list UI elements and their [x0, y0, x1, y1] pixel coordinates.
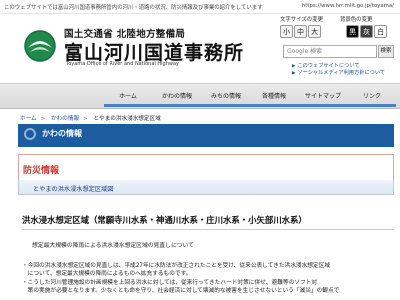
social-media-policy-link[interactable]: ソーシャルメディア利用方針について	[292, 69, 385, 76]
disaster-info-title: 防災情報	[23, 166, 60, 176]
section-banner: かわの情報	[18, 124, 394, 147]
search-button[interactable]: 検索	[378, 45, 394, 58]
disaster-info-box: 防災情報	[18, 154, 394, 181]
mlit-emblem-icon	[24, 30, 56, 62]
top-info-bar: このウェブサイトでは富山河川国道事務所管内の河川・道路の状況、防災情報及び事業の…	[0, 0, 400, 14]
subsection-title: とやまの洪水浸水想定区域図	[33, 186, 114, 193]
bg-color-label: 背景色の変更	[340, 17, 373, 23]
breadcrumb-current: とやまの洪水浸水想定区域	[93, 116, 161, 122]
font-size-medium-button[interactable]: 中	[294, 25, 307, 38]
paragraph-line: ・今回の洪水浸水想定区域の見直しは、平成27年に水防法が改正されたことを受け、従…	[22, 263, 331, 269]
utility-panel: 文字サイズの変更 背景色の変更 小 中 大 黒 灰 白 Google 検索 検索…	[276, 15, 400, 76]
font-size-label: 文字サイズの変更	[280, 17, 323, 23]
site-logo[interactable]: 国土交通省 北陸地方整備局 富山河川国道事務所 Toyama Office of…	[22, 24, 243, 72]
section-ring-icon	[24, 128, 36, 140]
font-size-large-button[interactable]: 大	[308, 25, 321, 38]
nav-sitemap[interactable]: サイトマップ	[298, 87, 348, 107]
page-heading: 洪水浸水想定区域（常願寺川水系・神通川水系・庄川水系・小矢部川水系）	[22, 215, 307, 225]
notice-label: 想定最大規模の降雨による洪水浸水想定区域の見直しについて	[30, 238, 250, 250]
breadcrumb: ホーム > かわの情報 > とやまの洪水浸水想定区域	[20, 114, 165, 122]
breadcrumb-river-info[interactable]: かわの情報	[51, 116, 79, 122]
bg-black-button[interactable]: 黒	[346, 25, 359, 38]
nav-river-info[interactable]: かわの情報	[152, 87, 202, 107]
site-tagline: このウェブサイトでは富山河川国道事務所管内の河川・道路の状況、防災情報及び事業の…	[4, 5, 263, 11]
office-name-en: Toyama Office of River and National High…	[66, 61, 179, 67]
search-input[interactable]: Google 検索	[283, 45, 377, 58]
bg-gray-button[interactable]: 灰	[360, 25, 373, 38]
paragraph-line: 策の実施が必要となります。少なくとも命を守り、社会経済に対して壊滅的な被害を生じ…	[22, 288, 340, 295]
paragraph-line: について、想定最大規模の降雨によるものへ拡充するものです。	[22, 271, 192, 278]
about-site-link[interactable]: このウェブサイトについて	[292, 62, 359, 69]
body-text: ・今回の洪水浸水想定区域の見直しは、平成27年に水防法が改正されたことを受け、従…	[22, 262, 394, 296]
paragraph-line: ・こうした河川管理施設の計画規模を上回る洪水に対しては、従来行ってきたハード対策…	[22, 279, 318, 286]
subsection-banner: とやまの洪水浸水想定区域図	[18, 180, 394, 195]
section-title: かわの情報	[42, 129, 82, 138]
breadcrumb-separator: >	[40, 116, 46, 122]
nav-home[interactable]: ホーム	[104, 87, 152, 107]
heading-divider	[22, 229, 394, 230]
nav-links[interactable]: リンク	[348, 87, 396, 107]
site-url[interactable]: https://www.hrr.mlit.go.jp/toyama/	[302, 3, 394, 9]
breadcrumb-separator: >	[83, 116, 88, 122]
font-size-small-button[interactable]: 小	[280, 25, 293, 38]
nav-various-info[interactable]: 各種情報	[250, 87, 298, 107]
global-nav: ホーム かわの情報 みちの情報 各種情報 サイトマップ リンク	[0, 83, 400, 109]
breadcrumb-home[interactable]: ホーム	[20, 116, 37, 122]
nav-road-info[interactable]: みちの情報	[202, 87, 250, 107]
bg-white-button[interactable]: 白	[374, 25, 387, 38]
notice-text: 想定最大規模の降雨による洪水浸水想定区域の見直しについて	[32, 243, 194, 249]
